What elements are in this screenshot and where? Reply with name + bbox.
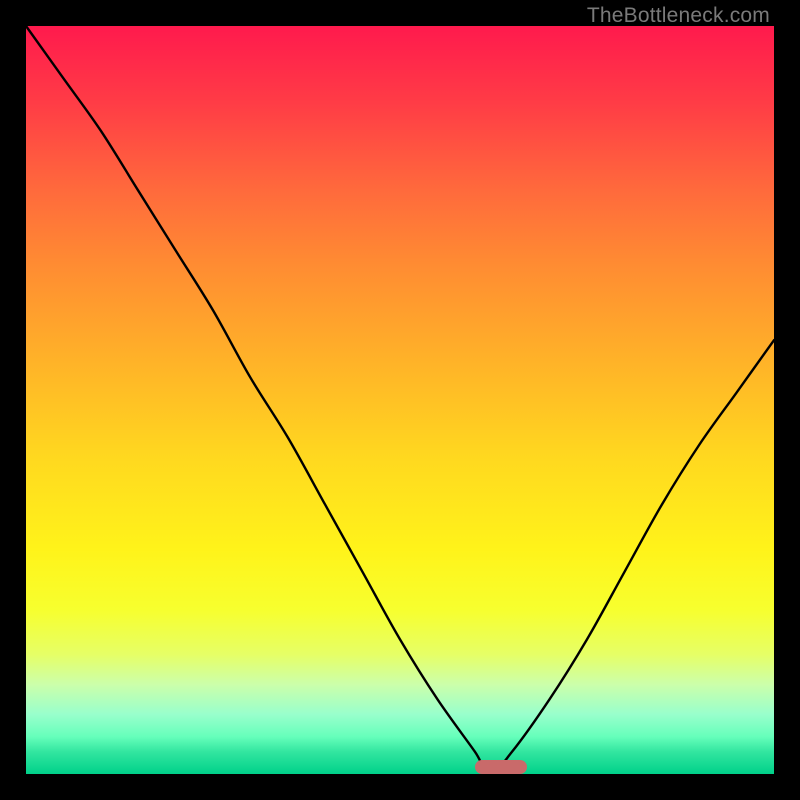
watermark-text: TheBottleneck.com bbox=[587, 4, 770, 28]
optimum-marker bbox=[475, 760, 527, 774]
curve-svg bbox=[26, 26, 774, 774]
plot-area bbox=[26, 26, 774, 774]
chart-frame: TheBottleneck.com bbox=[0, 0, 800, 800]
bottleneck-curve bbox=[26, 26, 774, 774]
